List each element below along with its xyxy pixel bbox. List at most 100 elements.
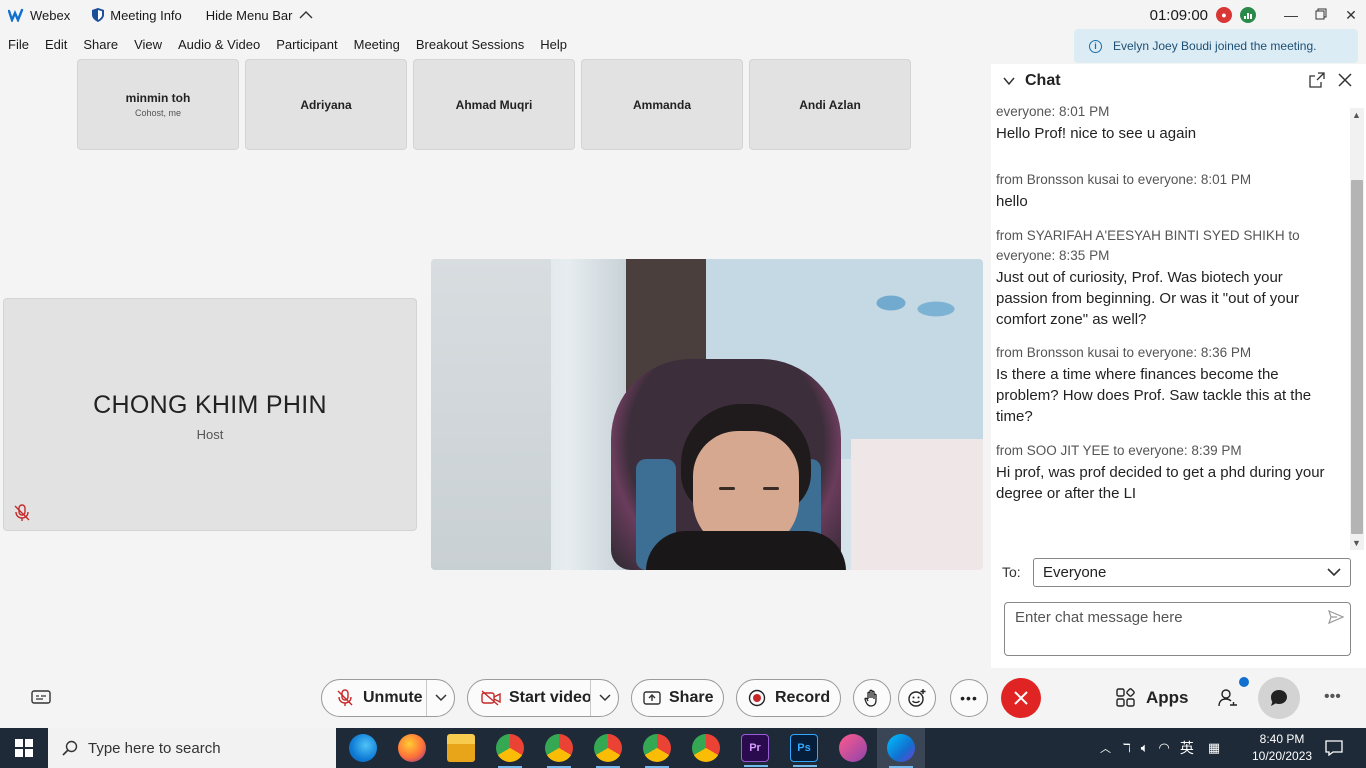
chrome-icon[interactable] xyxy=(594,734,622,768)
leave-meeting-button[interactable] xyxy=(1001,678,1041,718)
menu-breakout-sessions[interactable]: Breakout Sessions xyxy=(416,37,524,52)
chrome-icon[interactable] xyxy=(545,734,573,768)
meeting-info-button[interactable]: Meeting Info xyxy=(92,8,182,23)
active-speaker-video[interactable] xyxy=(431,259,983,570)
windows-start-icon[interactable] xyxy=(15,739,33,757)
audio-options-dropdown[interactable] xyxy=(426,680,454,716)
chat-button[interactable] xyxy=(1258,677,1300,719)
chrome-icon[interactable] xyxy=(643,734,671,768)
volume-icon[interactable]: 🔈︎ xyxy=(1141,740,1149,756)
record-icon xyxy=(748,689,766,707)
unmute-button[interactable]: Unmute xyxy=(321,679,455,717)
participant-tile[interactable]: Adriyana xyxy=(245,59,407,150)
chevron-up-icon[interactable]: ︿ xyxy=(1100,740,1111,756)
menu-help[interactable]: Help xyxy=(540,37,567,52)
participant-name: Adriyana xyxy=(300,97,352,112)
menu-participant[interactable]: Participant xyxy=(276,37,337,52)
menu-file[interactable]: File xyxy=(8,37,29,52)
more-icon: ••• xyxy=(960,690,978,706)
video-person-body xyxy=(646,531,846,570)
photoshop-icon[interactable]: Ps xyxy=(790,734,818,767)
participant-name: Ahmad Muqri xyxy=(455,97,533,112)
chat-scrollbar-thumb[interactable] xyxy=(1351,180,1363,534)
participant-tile[interactable]: Ammanda xyxy=(581,59,743,150)
chrome-icon[interactable] xyxy=(692,734,720,762)
menu-bar: File Edit Share View Audio & Video Parti… xyxy=(0,32,575,56)
video-background-wall xyxy=(431,259,551,570)
more-options-button[interactable]: ••• xyxy=(950,679,988,717)
file-explorer-icon[interactable] xyxy=(447,734,475,762)
participant-name: Ammanda xyxy=(632,97,691,112)
participant-tile[interactable]: minmin toh Cohost, me xyxy=(77,59,239,150)
reactions-button[interactable] xyxy=(898,679,936,717)
menu-share[interactable]: Share xyxy=(83,37,118,52)
chat-scrollbar[interactable]: ▲ ▼ xyxy=(1350,108,1364,550)
participant-tile[interactable]: Ahmad Muqri xyxy=(413,59,575,150)
participant-name: minmin toh xyxy=(125,91,191,105)
menu-edit[interactable]: Edit xyxy=(45,37,67,52)
apps-button[interactable]: Apps xyxy=(1116,688,1189,708)
menu-audio-video[interactable]: Audio & Video xyxy=(178,37,260,52)
start-video-button[interactable]: Start video xyxy=(467,679,619,717)
webex-icon[interactable] xyxy=(887,734,915,768)
more-icon[interactable]: ••• xyxy=(1324,688,1341,706)
send-icon[interactable] xyxy=(1328,609,1344,625)
close-window-icon[interactable]: ✕ xyxy=(1336,7,1366,24)
participant-name: Andi Azlan xyxy=(799,97,861,112)
taskbar-search-placeholder: Type here to search xyxy=(88,739,221,757)
participant-tile[interactable]: Andi Azlan xyxy=(749,59,911,150)
photoshop-label: Ps xyxy=(797,742,811,754)
network-stats-icon[interactable] xyxy=(1240,7,1256,23)
raise-hand-icon xyxy=(864,689,877,707)
chat-message: from SYARIFAH A'EESYAH BINTI SYED SHIKH … xyxy=(996,98,1336,144)
scroll-down-icon[interactable]: ▼ xyxy=(1352,538,1361,548)
participants-icon[interactable] xyxy=(1218,688,1238,708)
firefox-icon[interactable] xyxy=(398,734,426,762)
menu-view[interactable]: View xyxy=(134,37,162,52)
chat-message-sender: from SOO JIT YEE to everyone: 8:39 PM xyxy=(996,443,1242,458)
hide-menu-bar-button[interactable]: Hide Menu Bar xyxy=(206,8,313,23)
host-video-tile[interactable]: CHONG KHIM PHIN Host xyxy=(3,298,417,531)
ime-language-indicator[interactable]: 英 xyxy=(1180,738,1194,758)
edge-icon[interactable] xyxy=(349,734,377,762)
pop-out-icon[interactable] xyxy=(1309,72,1325,88)
video-person-eye xyxy=(719,487,735,490)
closed-captions-icon[interactable] xyxy=(31,689,51,705)
chat-recipient-select[interactable]: Everyone xyxy=(1033,558,1351,587)
taskbar-search-input[interactable]: Type here to search xyxy=(48,728,336,768)
chat-message: from Bronsson kusai to everyone: 8:01 PM… xyxy=(996,170,1336,212)
record-button[interactable]: Record xyxy=(736,679,841,717)
chat-message-input[interactable]: Enter chat message here xyxy=(1004,602,1351,656)
raise-hand-button[interactable] xyxy=(853,679,891,717)
video-person-eye xyxy=(763,487,779,490)
premiere-label: Pr xyxy=(749,742,761,754)
chat-panel: Chat from SYARIFAH A'EESYAH BINTI SYED S… xyxy=(991,64,1366,668)
chat-recipient-value: Everyone xyxy=(1043,564,1107,581)
restore-icon[interactable] xyxy=(1306,7,1336,23)
wps-icon[interactable] xyxy=(839,734,867,762)
share-button[interactable]: Share xyxy=(631,679,724,717)
ime-mode-icon[interactable]: ℸ xyxy=(1123,741,1131,755)
chevron-down-icon[interactable] xyxy=(1003,75,1015,87)
apps-icon xyxy=(1116,688,1135,707)
participant-role: Cohost, me xyxy=(134,108,182,118)
video-off-icon xyxy=(481,690,501,706)
taskbar-clock[interactable]: 8:40 PM 10/20/2023 xyxy=(1252,731,1312,765)
premiere-icon[interactable]: Pr xyxy=(741,734,769,767)
taskbar-time: 8:40 PM xyxy=(1259,732,1305,746)
video-background-map xyxy=(861,279,961,339)
menu-meeting[interactable]: Meeting xyxy=(354,37,400,52)
meeting-info-label: Meeting Info xyxy=(110,7,182,23)
wifi-icon[interactable]: ◠ xyxy=(1159,740,1170,756)
info-icon: i xyxy=(1089,39,1102,53)
close-icon[interactable] xyxy=(1337,72,1353,88)
muted-mic-icon xyxy=(14,504,30,521)
chrome-icon[interactable] xyxy=(496,734,524,768)
video-options-dropdown[interactable] xyxy=(590,680,618,716)
minimize-icon[interactable]: — xyxy=(1276,7,1306,23)
chat-header: Chat xyxy=(991,64,1366,98)
scroll-up-icon[interactable]: ▲ xyxy=(1352,110,1361,120)
notification-icon[interactable] xyxy=(1325,739,1343,757)
ime-keyboard-icon[interactable]: ▦ xyxy=(1208,740,1220,756)
host-name: CHONG KHIM PHIN xyxy=(93,391,327,419)
